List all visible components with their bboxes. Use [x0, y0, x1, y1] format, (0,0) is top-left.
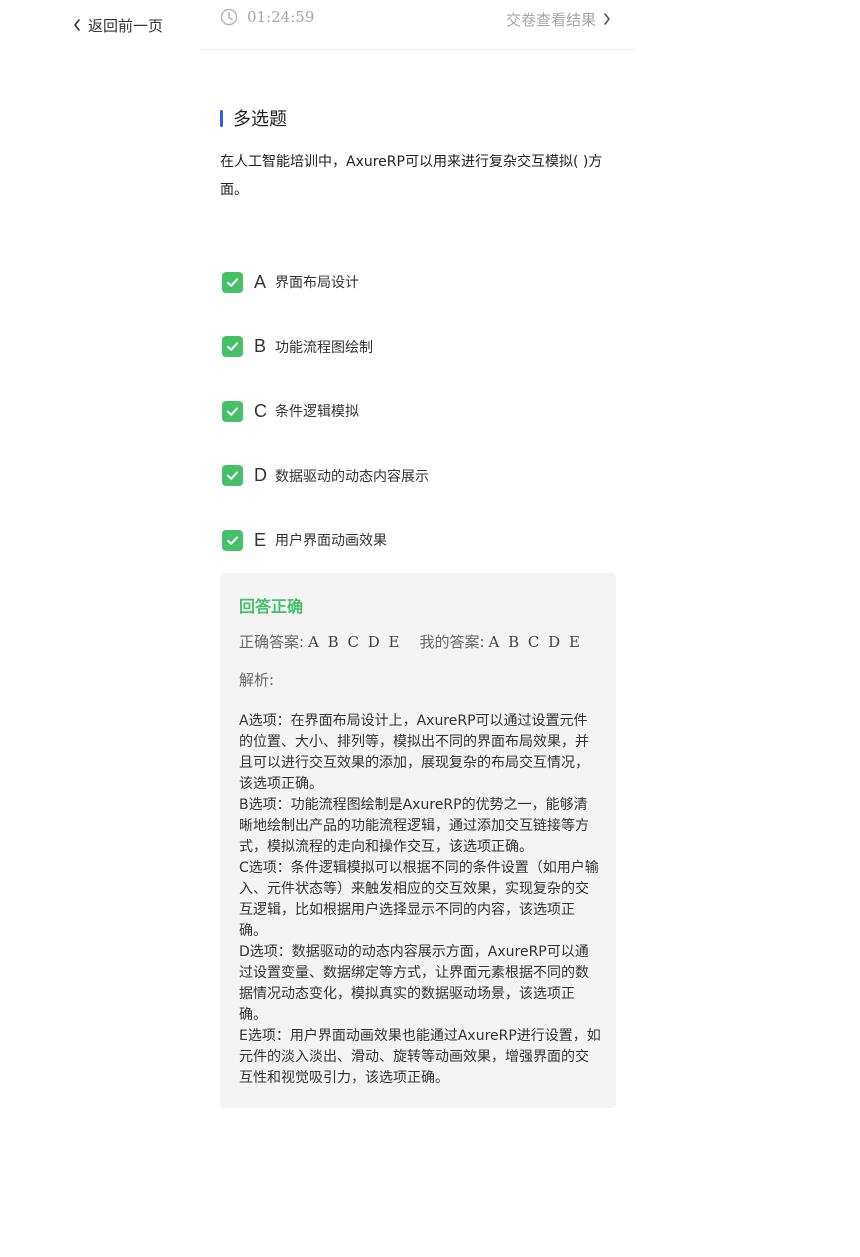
my-answer-label: 我的答案:: [419, 633, 485, 651]
checkbox-checked[interactable]: [222, 529, 243, 551]
analysis-text: A选项：在界面布局设计上，AxureRP可以通过设置元件的位置、大小、排列等，模…: [239, 711, 601, 1089]
checkbox-checked[interactable]: [222, 336, 243, 357]
checkmark-icon: [227, 406, 238, 416]
option-text: 用户界面动画效果: [275, 533, 387, 549]
answer-result-panel: 回答正确 正确答案: A B C D E 我的答案: A B C D E 解析:…: [220, 573, 616, 1108]
question-type-label: 多选题: [233, 109, 287, 130]
chevron-left-icon: [74, 19, 80, 31]
analysis-label: 解析:: [239, 671, 275, 689]
answer-comparison: 正确答案: A B C D E 我的答案: A B C D E: [239, 631, 582, 652]
option-b[interactable]: B 功能流程图绘制: [222, 335, 614, 359]
checkbox-checked[interactable]: [222, 400, 243, 422]
correct-answer-label: 正确答案:: [239, 633, 305, 651]
question-text: 在人工智能培训中，AxureRP可以用来进行复杂交互模拟( )方面。: [220, 154, 603, 198]
question-type-heading: 多选题: [220, 105, 287, 131]
timer-value: 01:24:59: [247, 8, 315, 26]
checkbox-checked[interactable]: [222, 465, 243, 486]
analysis-paragraph-d: D选项：数据驱动的动态内容展示方面，AxureRP可以通过设置变量、数据绑定等方…: [239, 944, 589, 1023]
analysis-paragraph-b: B选项：功能流程图绘制是AxureRP的优势之一，能够清晰地绘制出产品的功能流程…: [239, 797, 589, 855]
option-c[interactable]: C 条件逻辑模拟: [222, 399, 614, 423]
option-text: 条件逻辑模拟: [275, 404, 359, 420]
checkmark-icon: [227, 535, 238, 545]
checkmark-icon: [227, 471, 238, 480]
chevron-right-icon: [604, 13, 610, 25]
correct-answer-value: A B C D E: [308, 632, 402, 651]
option-e[interactable]: E 用户界面动画效果: [222, 528, 614, 552]
option-text: 数据驱动的动态内容展示: [275, 468, 429, 485]
my-answer-value: A B C D E: [488, 632, 582, 651]
exam-page: 返回前一页 01:24:59 交卷查看结果 多选题 在人工智能培训中，Axure…: [0, 0, 860, 1257]
option-d[interactable]: D 数据驱动的动态内容展示: [222, 464, 614, 488]
result-status: 回答正确: [239, 597, 304, 616]
back-label: 返回前一页: [88, 16, 164, 35]
exam-topbar: 01:24:59 交卷查看结果: [201, 0, 634, 50]
analysis-paragraph-a: A选项：在界面布局设计上，AxureRP可以通过设置元件的位置、大小、排列等，模…: [239, 713, 589, 792]
option-text: 界面布局设计: [275, 275, 359, 291]
clock-icon: [220, 8, 238, 26]
checkbox-checked[interactable]: [222, 271, 243, 293]
option-a[interactable]: A 界面布局设计: [222, 270, 614, 294]
option-letter: B: [254, 336, 267, 356]
countdown-timer: 01:24:59: [220, 8, 314, 26]
submit-exam-button[interactable]: 交卷查看结果: [506, 8, 612, 30]
option-list: A 界面布局设计 B 功能流程图绘制 C 条件逻辑模拟 D 数据驱动的动态内容展…: [222, 270, 614, 593]
analysis-paragraph-e: E选项：用户界面动画效果也能通过AxureRP进行设置，如元件的淡入淡出、滑动、…: [239, 1028, 601, 1086]
checkmark-icon: [227, 277, 238, 287]
accent-bar: [220, 109, 223, 127]
checkmark-icon: [227, 342, 238, 351]
option-letter: C: [254, 400, 267, 421]
option-letter: E: [254, 529, 267, 550]
submit-label: 交卷查看结果: [505, 10, 596, 29]
option-letter: D: [254, 465, 267, 485]
option-text: 功能流程图绘制: [275, 339, 373, 356]
option-letter: A: [254, 271, 267, 292]
back-button[interactable]: 返回前一页: [72, 14, 163, 36]
analysis-paragraph-c: C选项：条件逻辑模拟可以根据不同的条件设置（如用户输入、元件状态等）来触发相应的…: [239, 860, 599, 939]
